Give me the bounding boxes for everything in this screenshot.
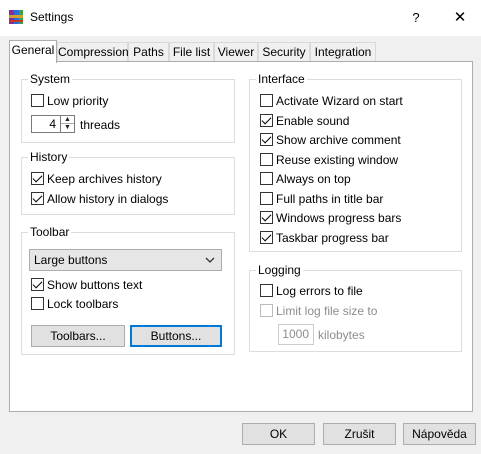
cancel-button[interactable]: Zrušit (323, 423, 396, 445)
taskbar-progress-bar-label: Taskbar progress bar (276, 231, 389, 245)
toolbars-button[interactable]: Toolbars... (31, 325, 125, 347)
threads-label: threads (80, 118, 121, 132)
enable-sound-check-box[interactable] (260, 114, 273, 127)
show-archive-comment-label: Show archive comment (276, 133, 401, 147)
tab-file-list[interactable]: File list (169, 42, 214, 61)
activate-wizard-label: Activate Wizard on start (276, 94, 403, 108)
limit-log-size-check-box (260, 304, 273, 317)
enable-sound-label: Enable sound (276, 114, 350, 128)
windows-progress-bars-check-box[interactable] (260, 211, 273, 224)
always-on-top-check-box[interactable] (260, 172, 273, 185)
taskbar-progress-bar-check-box[interactable] (260, 231, 273, 244)
keep-archives-history-label: Keep archives history (47, 172, 162, 186)
lock-toolbars-check-box[interactable] (31, 297, 44, 310)
chevron-down-icon[interactable] (205, 251, 215, 269)
close-button[interactable]: ✕ (448, 6, 472, 30)
allow-history-in-dialogs-label: Allow history in dialogs (47, 192, 169, 206)
log-errors-label: Log errors to file (276, 284, 363, 298)
buttons-button[interactable]: Buttons... (130, 325, 222, 347)
low-priority-check-box[interactable] (31, 94, 44, 107)
help-button[interactable]: ? (404, 6, 428, 30)
toolbar-size-dropdown[interactable]: Large buttons (29, 249, 222, 271)
allow-history-in-dialogs-check-box[interactable] (31, 192, 44, 205)
winrar-app-icon (8, 9, 24, 25)
low-priority-label: Low priority (47, 94, 109, 108)
history-group-title: History (28, 150, 70, 164)
reuse-existing-window-check-box[interactable] (260, 153, 273, 166)
lock-toolbars-label: Lock toolbars (47, 297, 119, 311)
tab-general[interactable]: General (9, 40, 57, 63)
title-bar[interactable]: Settings ? ✕ (0, 0, 481, 36)
windows-progress-bars-label: Windows progress bars (276, 211, 402, 225)
ok-button[interactable]: OK (242, 423, 315, 445)
show-buttons-text-check-box[interactable] (31, 278, 44, 291)
reuse-existing-window-label: Reuse existing window (276, 153, 399, 167)
limit-log-size-label: Limit log file size to (276, 304, 378, 318)
tab-viewer[interactable]: Viewer (214, 42, 258, 61)
always-on-top-label: Always on top (276, 172, 351, 186)
tab-compression[interactable]: Compression (57, 42, 129, 61)
help-footer-button[interactable]: Nápověda (403, 423, 476, 445)
interface-group-title: Interface (256, 72, 307, 86)
tab-integration[interactable]: Integration (310, 42, 376, 61)
threads-input[interactable]: 4 (31, 115, 61, 133)
show-buttons-text-label: Show buttons text (47, 278, 143, 292)
log-size-unit: kilobytes (318, 328, 365, 342)
threads-stepper[interactable]: ▲ ▼ (61, 115, 75, 133)
log-size-input: 1000 (278, 324, 314, 345)
tab-security[interactable]: Security (258, 42, 310, 61)
system-group: System (21, 72, 235, 143)
activate-wizard-check-box[interactable] (260, 94, 273, 107)
toolbar-group-title: Toolbar (28, 225, 72, 239)
full-paths-in-title-bar-check-box[interactable] (260, 192, 273, 205)
system-group-title: System (28, 72, 73, 86)
threads-down-icon[interactable]: ▼ (61, 124, 74, 132)
tab-paths[interactable]: Paths (128, 42, 169, 61)
show-archive-comment-check-box[interactable] (260, 133, 273, 146)
window-title: Settings (30, 10, 74, 24)
threads-up-icon[interactable]: ▲ (61, 116, 74, 124)
toolbar-size-value: Large buttons (34, 253, 108, 267)
logging-group-title: Logging (256, 263, 303, 277)
full-paths-in-title-bar-label: Full paths in title bar (276, 192, 384, 206)
log-errors-check-box[interactable] (260, 284, 273, 297)
keep-archives-history-check-box[interactable] (31, 172, 44, 185)
